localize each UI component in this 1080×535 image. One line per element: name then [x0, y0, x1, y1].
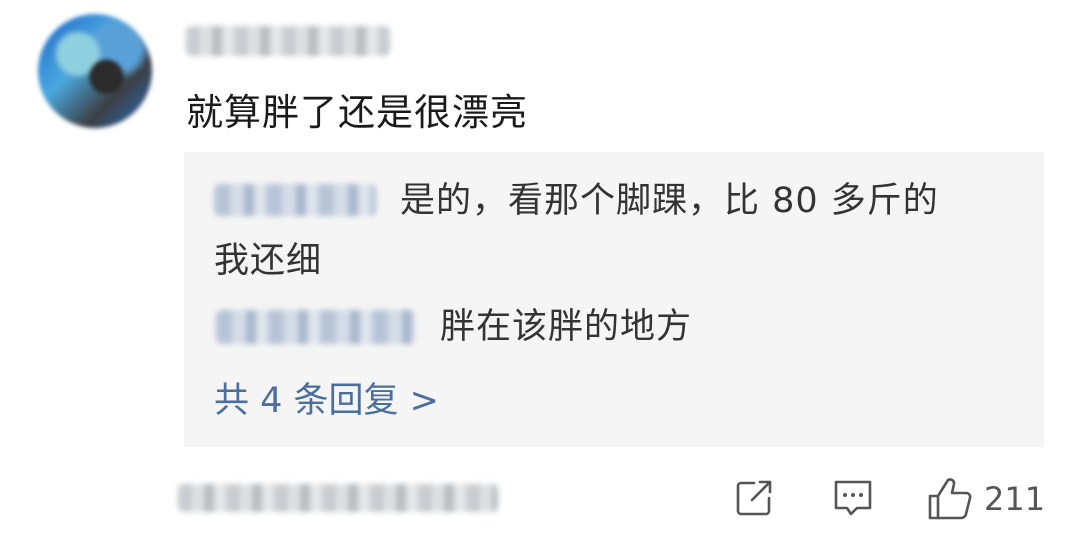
like-button[interactable]: 211: [926, 476, 1045, 522]
like-count: 211: [984, 480, 1046, 518]
comment-icon: [834, 480, 872, 516]
view-all-replies-link[interactable]: 共 4 条回复 >: [214, 380, 439, 422]
reply-username-blurred-2[interactable]: [216, 310, 416, 344]
share-button[interactable]: [732, 476, 776, 520]
reply-preview-box[interactable]: 是的，看那个脚踝，比 80 多斤的 我还细 胖在该胖的地方 共 4 条回复 >: [184, 152, 1044, 447]
username-blurred[interactable]: [186, 26, 390, 56]
avatar[interactable]: [38, 14, 152, 128]
reply-text-1-line-1: 是的，看那个脚踝，比 80 多斤的: [400, 181, 939, 221]
comment-item: 就算胖了还是很漂亮 是的，看那个脚踝，比 80 多斤的 我还细 胖在该胖的地方 …: [0, 0, 1080, 535]
share-icon: [736, 480, 772, 516]
comment-text: 就算胖了还是很漂亮: [186, 91, 528, 134]
reply-button[interactable]: [830, 476, 876, 520]
reply-text-1-line-2: 我还细: [214, 241, 323, 281]
reply-username-blurred-1[interactable]: [214, 184, 376, 216]
timestamp-blurred: [178, 484, 498, 512]
thumbs-up-icon: [928, 478, 972, 520]
reply-text-2: 胖在该胖的地方: [440, 307, 693, 347]
